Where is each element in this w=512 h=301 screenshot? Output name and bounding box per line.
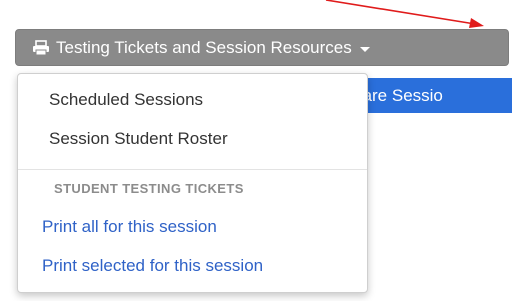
menu-link-print-selected[interactable]: Print selected for this session (18, 252, 367, 280)
annotation-arrow-head (469, 18, 484, 28)
dropdown-menu: Scheduled Sessions Session Student Roste… (17, 73, 368, 293)
menu-section-header: STUDENT TESTING TICKETS (54, 181, 244, 196)
menu-item-session-student-roster[interactable]: Session Student Roster (18, 125, 367, 153)
caret-down-icon (359, 47, 370, 52)
menu-item-scheduled-sessions[interactable]: Scheduled Sessions (18, 86, 367, 114)
menu-divider (18, 169, 367, 170)
print-icon (32, 39, 50, 56)
annotation-arrow-shaft (325, 0, 476, 25)
testing-tickets-dropdown-button[interactable]: Testing Tickets and Session Resources (15, 29, 509, 66)
screenshot-stage: Testing Tickets and Session Resources re… (0, 0, 512, 301)
menu-link-print-all[interactable]: Print all for this session (18, 213, 367, 241)
dropdown-button-label: Testing Tickets and Session Resources (56, 37, 352, 57)
